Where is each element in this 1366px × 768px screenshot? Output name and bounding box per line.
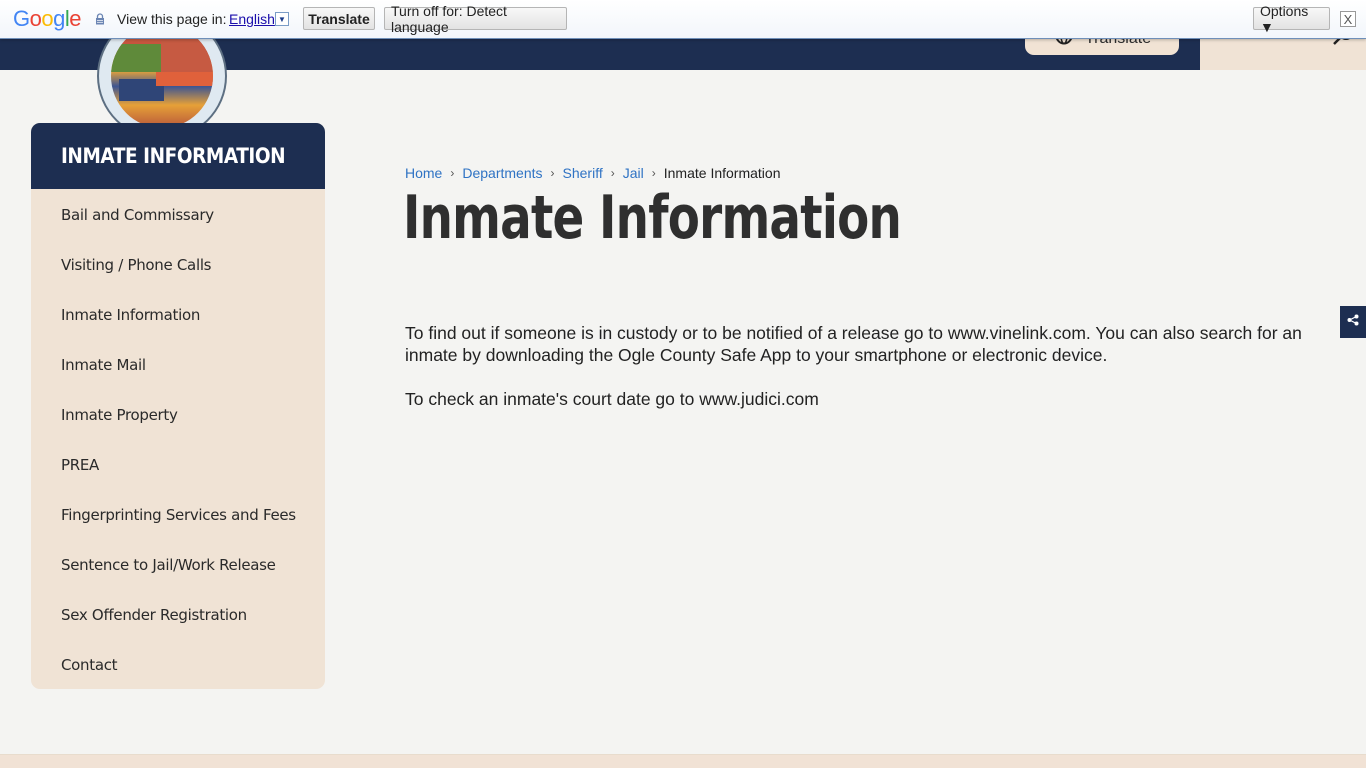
sidebar-item-inmate-information[interactable]: Inmate Information [31, 290, 325, 340]
sidebar-item-fingerprinting[interactable]: Fingerprinting Services and Fees [31, 490, 325, 540]
footer [0, 754, 1366, 768]
breadcrumb-separator: › [450, 166, 455, 180]
sidebar-title[interactable]: Inmate Information [31, 123, 325, 189]
turn-off-translate-button[interactable]: Turn off for: Detect language [384, 3, 567, 35]
page-title: Inmate Information [403, 183, 902, 253]
content-paragraph-custody: To find out if someone is in custody or … [405, 323, 1302, 365]
sidebar-item-prea[interactable]: PREA [31, 440, 325, 490]
breadcrumb-separator: › [610, 166, 615, 180]
translate-options-button[interactable]: Options ▼ [1253, 3, 1330, 35]
translate-button[interactable]: Translate [303, 7, 375, 30]
sidebar-item-visiting-phone[interactable]: Visiting / Phone Calls [31, 240, 325, 290]
translate-prompt-label: View this page in: [117, 11, 227, 27]
google-translate-bar: Google View this page in: English ▼ Tran… [0, 0, 1366, 39]
breadcrumb-sheriff[interactable]: Sheriff [563, 165, 603, 181]
breadcrumb: Home › Departments › Sheriff › Jail › In… [405, 165, 780, 181]
close-icon[interactable]: X [1340, 11, 1356, 27]
breadcrumb-jail[interactable]: Jail [623, 165, 644, 181]
google-logo: Google [13, 6, 82, 31]
sidebar: Inmate Information Bail and Commissary V… [31, 123, 325, 689]
language-dropdown-icon[interactable]: ▼ [275, 12, 289, 26]
sidebar-item-sex-offender[interactable]: Sex Offender Registration [31, 590, 325, 640]
sidebar-item-work-release[interactable]: Sentence to Jail/Work Release [31, 540, 325, 590]
sidebar-item-inmate-mail[interactable]: Inmate Mail [31, 340, 325, 390]
breadcrumb-current: Inmate Information [663, 165, 781, 181]
breadcrumb-separator: › [651, 166, 656, 180]
seal-artwork [111, 24, 213, 128]
sidebar-item-inmate-property[interactable]: Inmate Property [31, 390, 325, 440]
sidebar-item-contact[interactable]: Contact [31, 640, 325, 689]
sidebar-item-bail-commissary[interactable]: Bail and Commissary [31, 190, 325, 240]
language-select[interactable]: English [229, 11, 275, 27]
page-content: To find out if someone is in custody or … [405, 322, 1345, 432]
breadcrumb-departments[interactable]: Departments [462, 165, 542, 181]
breadcrumb-home[interactable]: Home [405, 165, 442, 181]
share-icon [1347, 313, 1359, 331]
content-paragraph-court-date: To check an inmate's court date go to ww… [405, 389, 819, 409]
sidebar-list: Bail and Commissary Visiting / Phone Cal… [31, 189, 325, 689]
breadcrumb-separator: › [550, 166, 555, 180]
lock-icon [95, 12, 105, 25]
share-button[interactable] [1340, 306, 1366, 338]
